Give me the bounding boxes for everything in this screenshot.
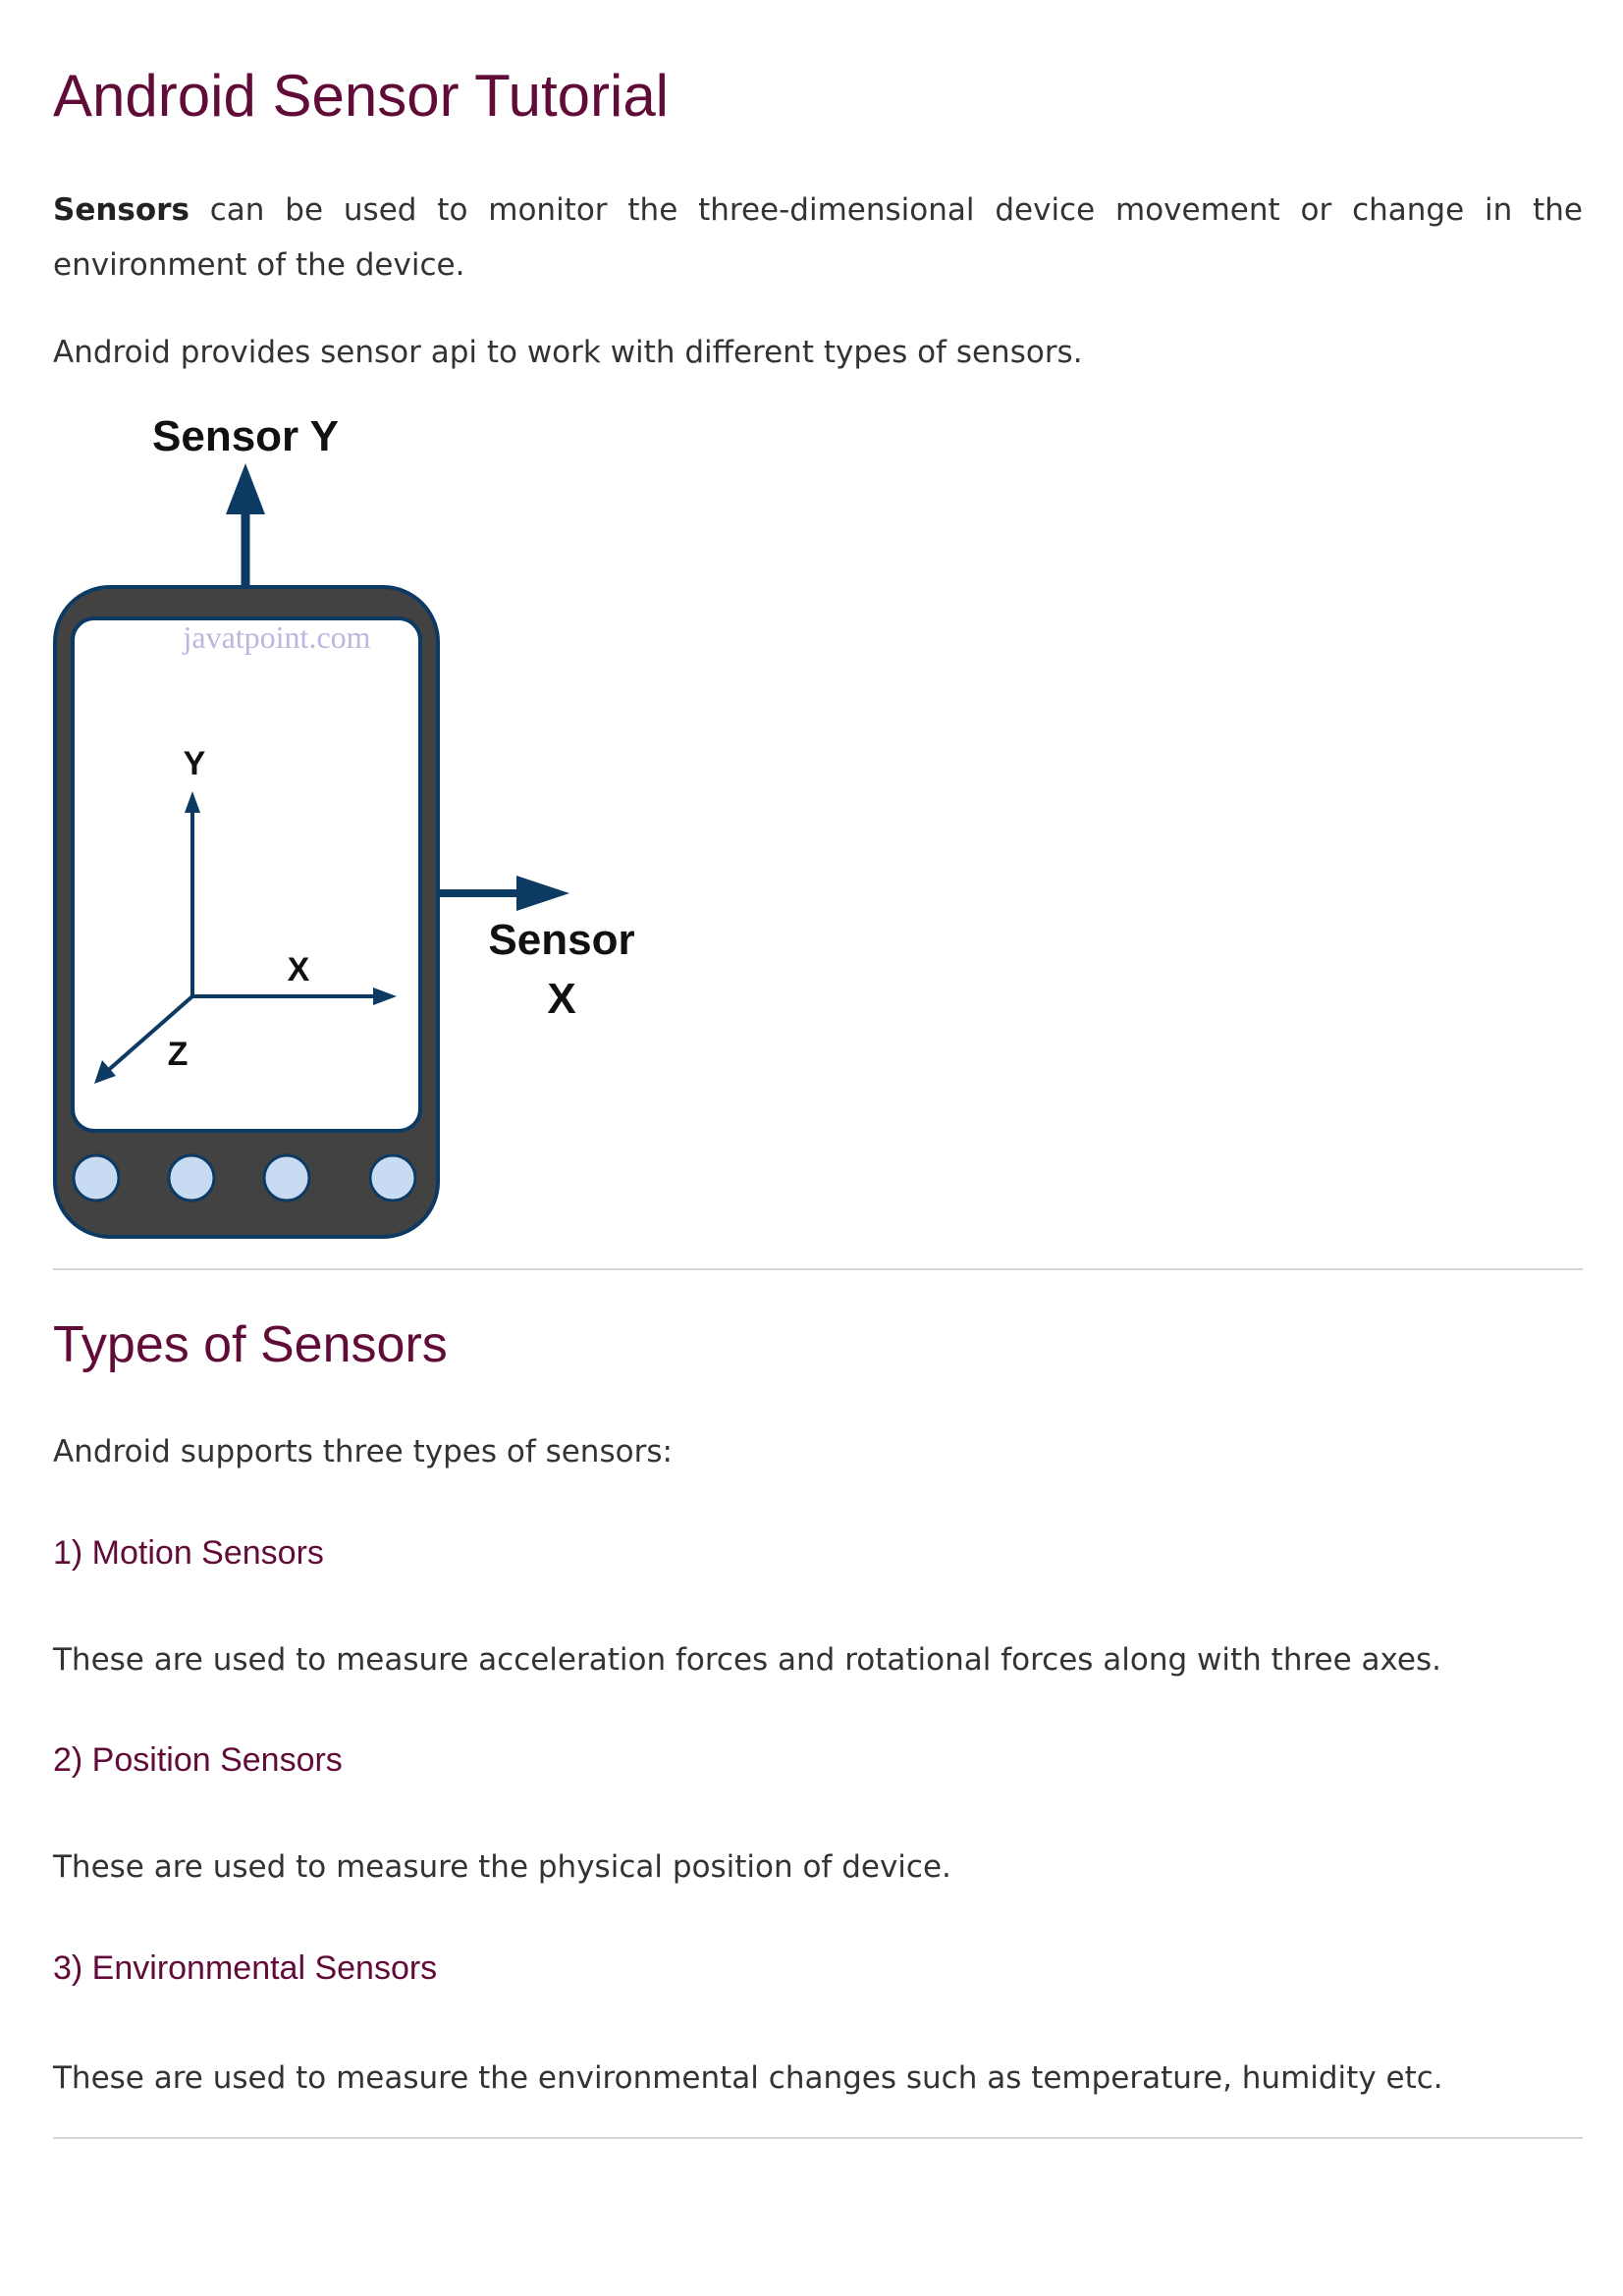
- sensor-axes-diagram: Sensor Y javatpoint.com Y X Z Sensor X: [53, 412, 635, 1239]
- motion-sensors-text: These are used to measure acceleration f…: [53, 1642, 1442, 1678]
- sensor-y-label: Sensor Y: [152, 412, 339, 460]
- sensor-x-arrow: [440, 876, 569, 911]
- sensor-x-label-line2: X: [547, 975, 575, 1023]
- position-sensors-text: These are used to measure the physical p…: [53, 1849, 951, 1885]
- intro-text: can be used to monitor the three-dimensi…: [53, 192, 1583, 283]
- phone-button: [72, 1153, 121, 1202]
- api-paragraph: Android provides sensor api to work with…: [53, 335, 1083, 370]
- section-divider: [53, 1268, 1583, 1270]
- types-intro: Android supports three types of sensors:: [53, 1434, 673, 1469]
- phone-button: [167, 1153, 216, 1202]
- intro-bold-term: Sensors: [53, 192, 189, 228]
- page-title: Android Sensor Tutorial: [53, 63, 670, 129]
- phone-illustration: javatpoint.com: [53, 585, 440, 1239]
- environmental-sensors-text: These are used to measure the environmen…: [53, 2060, 1443, 2096]
- watermark-text: javatpoint.com: [182, 619, 370, 655]
- intro-paragraph: Sensors can be used to monitor the three…: [53, 183, 1583, 293]
- axis-z-label: Z: [168, 1036, 189, 1073]
- position-sensors-heading: 2) Position Sensors: [53, 1741, 343, 1779]
- axis-x-label: X: [288, 951, 310, 988]
- environmental-sensors-heading: 3) Environmental Sensors: [53, 1949, 438, 1987]
- sensor-x-label-line1: Sensor: [488, 916, 634, 964]
- phone-button: [368, 1153, 417, 1202]
- motion-sensors-heading: 1) Motion Sensors: [53, 1534, 324, 1572]
- phone-button: [262, 1153, 311, 1202]
- axis-y-label: Y: [184, 745, 206, 782]
- types-heading: Types of Sensors: [53, 1316, 448, 1373]
- bottom-divider: [53, 2137, 1583, 2139]
- sensor-y-arrow: [226, 463, 265, 585]
